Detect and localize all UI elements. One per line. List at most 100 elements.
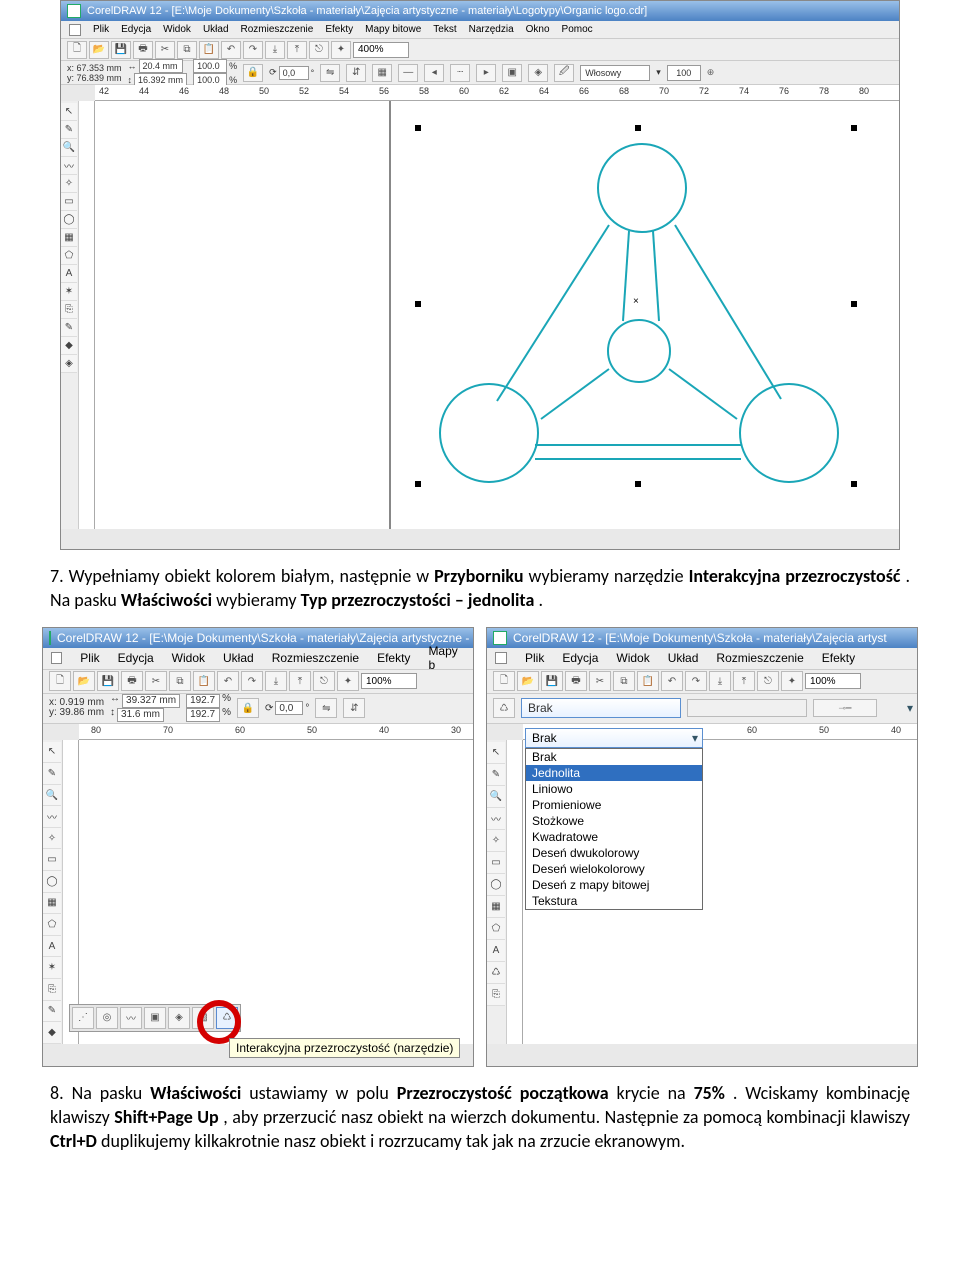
dropdown-item[interactable]: Brak <box>526 749 702 765</box>
dropdown-item[interactable]: Kwadratowe <box>526 829 702 845</box>
launch-icon[interactable]: ⎋ <box>757 671 779 691</box>
export-icon[interactable]: ⤒ <box>287 41 307 59</box>
edit-transparency-icon[interactable]: ♺ <box>493 698 515 718</box>
undo-icon[interactable]: ↶ <box>217 671 239 691</box>
canvas-area[interactable]: × <box>95 101 899 529</box>
text-tool-icon[interactable]: A <box>61 265 77 283</box>
pick-tool-icon[interactable]: ↖ <box>43 742 61 764</box>
menu-uklad[interactable]: Układ <box>203 24 229 35</box>
dropdown-item[interactable]: Tekstura <box>526 893 702 909</box>
open-icon[interactable]: 📂 <box>517 671 539 691</box>
import-icon[interactable]: ⤓ <box>265 671 287 691</box>
new-icon[interactable]: 🗋 <box>493 671 515 691</box>
menu-widok[interactable]: Widok <box>172 651 205 665</box>
redo-icon[interactable]: ↷ <box>241 671 263 691</box>
dropdown-item[interactable]: Promieniowe <box>526 797 702 813</box>
graph-tool-icon[interactable]: ▦ <box>487 896 505 918</box>
copy-icon[interactable]: ⧉ <box>177 41 197 59</box>
distort-tool-icon[interactable]: 〰 <box>120 1007 142 1029</box>
menu-pomoc[interactable]: Pomoc <box>562 24 593 35</box>
open-icon[interactable]: 📂 <box>73 671 95 691</box>
menu-efekty[interactable]: Efekty <box>325 24 353 35</box>
contour-tool-icon[interactable]: ◎ <box>96 1007 118 1029</box>
menu-rozmieszczenie[interactable]: Rozmieszczenie <box>272 651 359 665</box>
menu-efekty[interactable]: Efekty <box>377 651 410 665</box>
lock-ratio-icon[interactable]: 🔒 <box>243 64 263 82</box>
zoom-tool-icon[interactable]: 🔍 <box>43 785 61 807</box>
polygon-tool-icon[interactable]: ⬠ <box>487 918 505 940</box>
smart-tool-icon[interactable]: ✧ <box>61 175 77 193</box>
dash-icon[interactable]: ┈ <box>450 64 470 82</box>
copy-icon[interactable]: ⧉ <box>169 671 191 691</box>
polygon-tool-icon[interactable]: ⬠ <box>61 247 77 265</box>
blend-tool-icon[interactable]: ⋰ <box>72 1007 94 1029</box>
text-tool-icon[interactable]: A <box>43 936 61 958</box>
rectangle-tool-icon[interactable]: ▭ <box>487 852 505 874</box>
control-box-icon[interactable] <box>69 24 81 36</box>
interactive-tool-icon[interactable]: ✶ <box>61 283 77 301</box>
options-icon[interactable]: ✦ <box>781 671 803 691</box>
interactive-tool-icon[interactable]: ✶ <box>43 957 61 979</box>
scale-x-field[interactable]: 192.7 <box>186 694 220 708</box>
opacity-spinner-icon[interactable]: ⊕ <box>707 67 715 78</box>
import-icon[interactable]: ⤓ <box>709 671 731 691</box>
undo-icon[interactable]: ↶ <box>661 671 683 691</box>
envelope-tool-icon[interactable]: ▣ <box>144 1007 166 1029</box>
dropdown-item[interactable]: Deseń z mapy bitowej <box>526 877 702 893</box>
copy-icon[interactable]: ⧉ <box>613 671 635 691</box>
wrap-icon[interactable]: ▣ <box>502 64 522 82</box>
menu-edycja[interactable]: Edycja <box>562 651 598 665</box>
menu-uklad[interactable]: Układ <box>223 651 254 665</box>
dropdown-item[interactable]: Liniowo <box>526 781 702 797</box>
graph-tool-icon[interactable]: ▦ <box>43 893 61 915</box>
control-box-icon[interactable] <box>51 652 62 664</box>
cut-icon[interactable]: ✂ <box>589 671 611 691</box>
menu-plik[interactable]: Plik <box>93 24 109 35</box>
pick-tool-icon[interactable]: ↖ <box>487 742 505 764</box>
paste-icon[interactable]: 📋 <box>637 671 659 691</box>
eyedropper-tool-icon[interactable]: ⎘ <box>43 979 61 1001</box>
export-icon[interactable]: ⤒ <box>733 671 755 691</box>
save-icon[interactable]: 💾 <box>97 671 119 691</box>
options-icon[interactable]: ✦ <box>331 41 351 59</box>
cut-icon[interactable]: ✂ <box>155 41 175 59</box>
transparency-tool-icon[interactable]: ♺ <box>487 962 505 984</box>
menu-okno[interactable]: Okno <box>526 24 550 35</box>
smart-tool-icon[interactable]: ✧ <box>487 830 505 852</box>
new-icon[interactable]: 🗋 <box>49 671 71 691</box>
shape-tool-icon[interactable]: ✎ <box>43 763 61 785</box>
dropdown-selected[interactable]: Brak <box>525 728 703 748</box>
print-icon[interactable]: 🖶 <box>565 671 587 691</box>
control-box-icon[interactable] <box>495 652 507 664</box>
interactive-fill-icon[interactable]: ◈ <box>61 355 77 373</box>
height-field[interactable]: 31.6 mm <box>117 708 164 722</box>
menu-rozmieszczenie[interactable]: Rozmieszczenie <box>716 651 803 665</box>
scale-x-field[interactable]: 100.0 <box>193 59 227 73</box>
menu-mapy[interactable]: Mapy b <box>428 644 465 672</box>
dropdown-item[interactable]: Deseń dwukolorowy <box>526 845 702 861</box>
arrow-start-icon[interactable]: ◂ <box>424 64 444 82</box>
dropdown-item[interactable]: Stożkowe <box>526 813 702 829</box>
save-icon[interactable]: 💾 <box>541 671 563 691</box>
graph-tool-icon[interactable]: ▦ <box>61 229 77 247</box>
mirror-h-icon[interactable]: ⇋ <box>315 698 337 718</box>
convert-icon[interactable]: ◈ <box>528 64 548 82</box>
menu-narzedzia[interactable]: Narzędzia <box>469 24 514 35</box>
rectangle-tool-icon[interactable]: ▭ <box>61 193 77 211</box>
print-icon[interactable]: 🖶 <box>133 41 153 59</box>
outline-picker-icon[interactable]: 🖉 <box>554 64 574 82</box>
outline-tool-icon[interactable]: ✎ <box>61 319 77 337</box>
dropdown-item[interactable]: Deseń wielokolorowy <box>526 861 702 877</box>
ellipse-tool-icon[interactable]: ◯ <box>487 874 505 896</box>
text-tool-icon[interactable]: A <box>487 940 505 962</box>
new-icon[interactable]: 🗋 <box>67 41 87 59</box>
pick-tool-icon[interactable]: ↖ <box>61 103 77 121</box>
undo-icon[interactable]: ↶ <box>221 41 241 59</box>
group-icon[interactable]: ▦ <box>372 64 392 82</box>
menu-widok[interactable]: Widok <box>616 651 649 665</box>
fill-tool-icon[interactable]: ◆ <box>43 1022 61 1044</box>
menu-efekty[interactable]: Efekty <box>822 651 855 665</box>
zoom-field[interactable]: 100% <box>361 673 417 689</box>
menubar[interactable]: Plik Edycja Widok Układ Rozmieszczenie E… <box>43 648 473 670</box>
import-icon[interactable]: ⤓ <box>265 41 285 59</box>
